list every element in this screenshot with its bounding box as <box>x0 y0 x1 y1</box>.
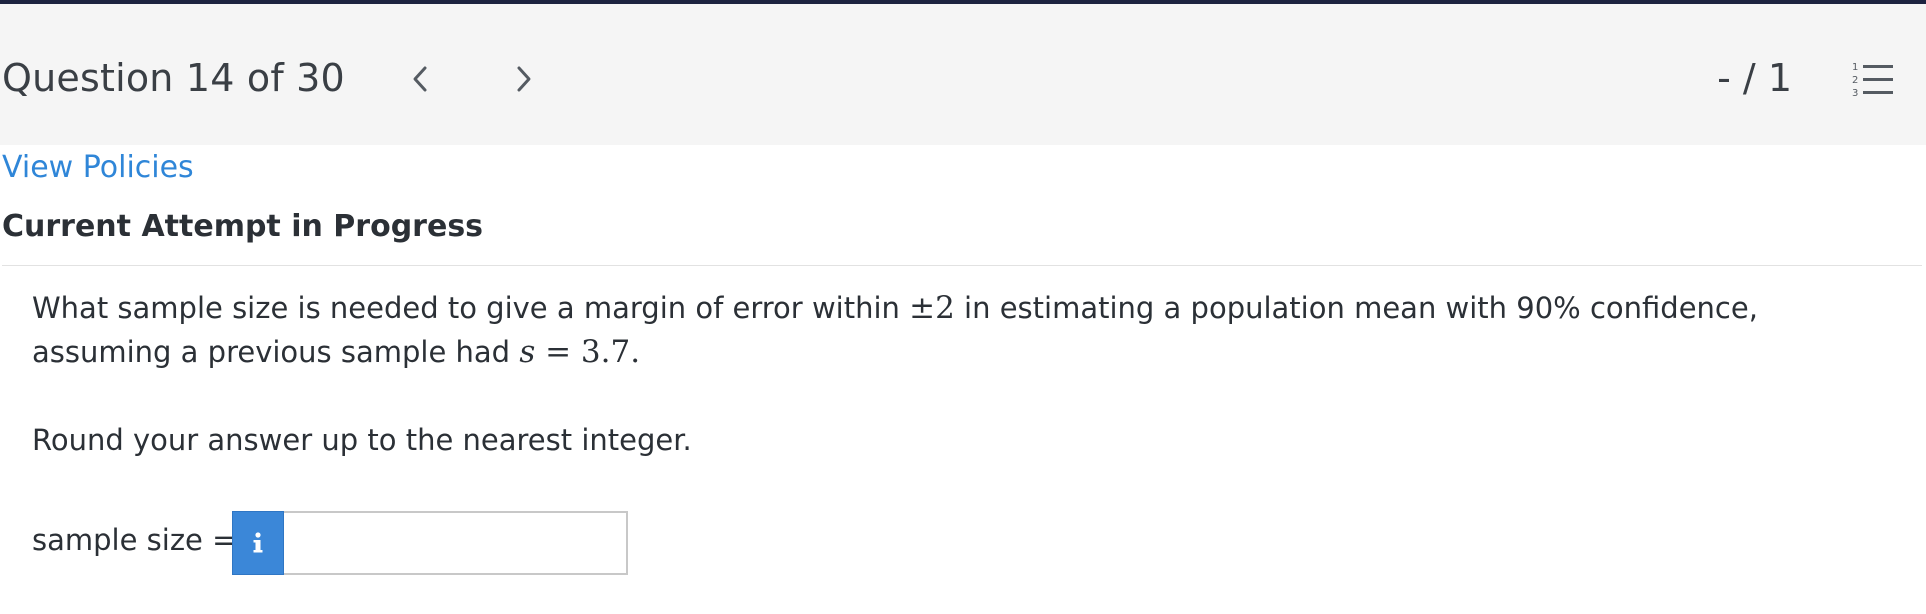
margin-value: 2 <box>935 290 955 326</box>
score-display: - / 1 <box>1717 56 1792 100</box>
rounding-instruction: Round your answer up to the nearest inte… <box>32 423 692 457</box>
s-value: 3.7. <box>580 334 641 370</box>
list-number-2: 2 <box>1852 75 1858 86</box>
sample-size-input[interactable] <box>284 511 628 575</box>
answer-info-button[interactable] <box>232 511 284 575</box>
list-number-3: 3 <box>1852 88 1858 99</box>
list-number-1: 1 <box>1852 62 1858 73</box>
numbered-list-icon: 1 2 3 <box>1852 62 1893 99</box>
attempt-status: Current Attempt in Progress <box>2 209 484 244</box>
next-question-button[interactable] <box>504 59 544 99</box>
chevron-left-icon <box>413 66 427 92</box>
equals-sign: = <box>535 334 581 370</box>
math-plus-minus: ±2 <box>909 290 955 326</box>
previous-question-button[interactable] <box>400 59 440 99</box>
question-text-part1: What sample size is needed to give a mar… <box>32 291 910 325</box>
question-header: Question 14 of 30 - / 1 1 2 3 <box>0 4 1926 145</box>
chevron-right-icon <box>517 66 531 92</box>
sample-size-label: sample size = <box>32 523 237 557</box>
question-text: What sample size is needed to give a mar… <box>32 286 1892 374</box>
plus-minus-symbol: ± <box>909 290 936 326</box>
question-title: Question 14 of 30 <box>2 56 345 100</box>
math-s-equation: s = 3.7. <box>519 334 640 370</box>
info-icon <box>253 532 263 553</box>
view-policies-link[interactable]: View Policies <box>2 148 194 188</box>
question-list-button[interactable]: 1 2 3 <box>1850 59 1896 99</box>
s-variable: s <box>519 334 536 370</box>
section-divider <box>2 265 1922 266</box>
